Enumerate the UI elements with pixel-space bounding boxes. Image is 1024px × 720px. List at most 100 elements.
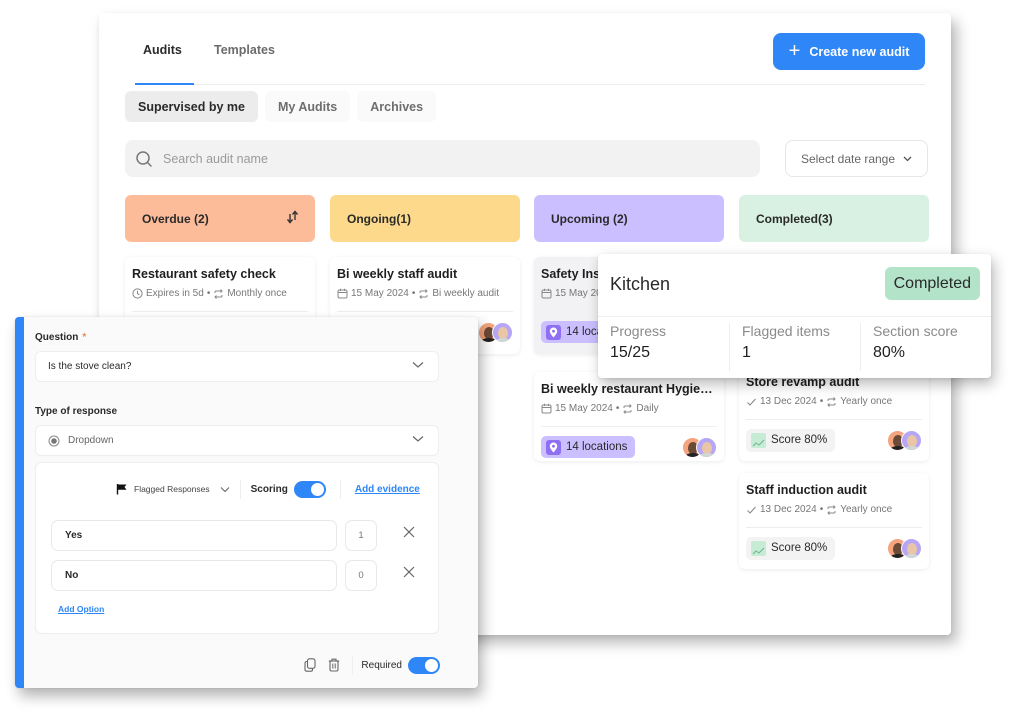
section-summary-card: Kitchen Completed Progress 15/25 Flagged…	[598, 254, 991, 378]
response-type-value: Dropdown	[68, 435, 114, 446]
stat-section-score: Section score 80%	[860, 323, 991, 371]
required-toggle[interactable]	[408, 656, 440, 674]
stat-value: 15/25	[610, 344, 651, 361]
filter-bar: Supervised by me My Audits Archives	[125, 91, 437, 122]
delete-button[interactable]	[328, 658, 340, 672]
card-date: 13 Dec 2024	[760, 504, 817, 515]
trash-icon	[329, 658, 340, 672]
option-label: Yes	[65, 530, 83, 541]
check-icon	[747, 506, 756, 514]
card-meta: 15 May 2024 • Bi weekly audit	[337, 288, 513, 299]
tab-audits[interactable]: Audits	[143, 43, 182, 57]
card-date: 15 May 2024	[351, 288, 409, 299]
card-title: Bi weekly restaurant Hygiene l...	[541, 382, 717, 396]
stat-progress: Progress 15/25	[598, 323, 729, 371]
audit-card[interactable]: Bi weekly restaurant Hygiene l... 15 May…	[534, 372, 724, 461]
flagged-responses-select[interactable]: Flagged Responses	[116, 483, 230, 495]
date-range-select[interactable]: Select date range	[785, 140, 928, 177]
meta-separator: •	[206, 288, 211, 299]
question-label-text: Question	[35, 332, 79, 343]
stat-label: Flagged items	[742, 323, 830, 339]
section-title: Kitchen	[610, 274, 671, 294]
repeat-icon	[623, 403, 633, 414]
duplicate-button[interactable]	[304, 658, 316, 672]
question-select[interactable]: Is the stove clean?	[35, 351, 439, 382]
option-label: No	[65, 570, 79, 581]
clock-icon	[132, 288, 143, 299]
column-header-ongoing[interactable]: Ongoing(1)	[330, 195, 520, 242]
create-new-audit-button[interactable]: + Create new audit	[773, 33, 925, 70]
avatar	[492, 321, 513, 343]
card-meta: 15 May 2024 • Daily	[541, 403, 717, 414]
option-score-input[interactable]: 0	[345, 560, 377, 591]
scoring-toggle[interactable]	[293, 480, 326, 498]
add-option-link[interactable]: Add Option	[58, 604, 104, 614]
score-value: Score 80%	[771, 434, 828, 446]
card-date: Expires in 5d	[146, 288, 204, 299]
flagged-responses-label: Flagged Responses	[134, 484, 210, 494]
stat-value: 1	[742, 344, 751, 361]
copy-icon	[304, 658, 316, 672]
status-badge: Completed	[884, 267, 980, 300]
option-input[interactable]: No	[51, 560, 337, 591]
sort-icon[interactable]	[286, 210, 299, 224]
remove-option-icon[interactable]	[403, 526, 415, 538]
column-header-completed[interactable]: Completed(3)	[739, 195, 929, 242]
locations-badge: 14 locations	[541, 436, 636, 458]
add-evidence-link[interactable]: Add evidence	[355, 484, 420, 495]
check-icon	[747, 398, 756, 406]
column-header-upcoming[interactable]: Upcoming (2)	[534, 195, 724, 242]
assignee-avatars	[682, 436, 717, 458]
repeat-icon	[827, 504, 836, 515]
column-header-overdue[interactable]: Overdue (2)	[125, 195, 315, 242]
card-recurrence: Bi weekly audit	[432, 288, 500, 299]
filter-archives[interactable]: Archives	[357, 91, 437, 122]
locations-count: 14 locations	[566, 441, 628, 453]
search-placeholder: Search audit name	[163, 151, 268, 166]
create-new-audit-label: Create new audit	[809, 44, 910, 59]
meta-separator: •	[411, 288, 416, 299]
option-input[interactable]: Yes	[51, 520, 337, 551]
card-divider	[132, 311, 308, 312]
response-type-select[interactable]: Dropdown	[35, 425, 439, 456]
audit-card[interactable]: Store revamp audit 13 Dec 2024 • Yearly …	[739, 365, 929, 461]
card-recurrence: Monthly once	[227, 288, 287, 299]
score-badge: Score 80%	[746, 428, 836, 452]
score-badge: Score 80%	[746, 536, 836, 560]
card-recurrence: Daily	[636, 403, 659, 414]
calendar-icon	[541, 403, 552, 414]
stat-value: 80%	[873, 344, 906, 361]
card-meta: Expires in 5d • Monthly once	[132, 288, 308, 299]
response-type-label: Type of response	[35, 406, 118, 417]
location-pin-icon	[546, 439, 561, 455]
card-title: Staff induction audit	[746, 483, 867, 497]
card-recurrence: Yearly once	[840, 504, 893, 515]
card-footer: 14 locations	[541, 427, 717, 467]
search-icon	[136, 150, 152, 167]
divider	[598, 316, 991, 317]
meta-separator: •	[819, 396, 824, 407]
plus-icon: +	[788, 39, 801, 62]
card-meta: 13 Dec 2024 • Yearly once	[746, 504, 922, 515]
required-marker: *	[82, 332, 87, 343]
filter-my-audits[interactable]: My Audits	[265, 91, 351, 122]
audit-card[interactable]: Staff induction audit 13 Dec 2024 • Year…	[739, 473, 929, 569]
search-input[interactable]: Search audit name	[125, 140, 760, 177]
divider	[239, 479, 241, 499]
trend-chart-icon	[751, 432, 766, 448]
avatar	[901, 429, 922, 451]
scoring-control: Scoring	[251, 480, 326, 498]
tab-templates[interactable]: Templates	[214, 43, 275, 57]
remove-option-icon[interactable]	[403, 566, 415, 578]
repeat-icon	[827, 396, 836, 407]
option-score-input[interactable]: 1	[345, 520, 377, 551]
filter-supervised-by-me[interactable]: Supervised by me	[125, 91, 258, 122]
column-label: Ongoing(1)	[347, 211, 411, 226]
repeat-icon	[214, 288, 224, 299]
stat-label: Progress	[610, 323, 667, 339]
card-recurrence: Yearly once	[840, 396, 893, 407]
assignee-avatars	[478, 321, 513, 343]
calendar-icon	[337, 288, 348, 299]
radio-icon	[48, 435, 60, 446]
trend-chart-icon	[751, 540, 766, 556]
